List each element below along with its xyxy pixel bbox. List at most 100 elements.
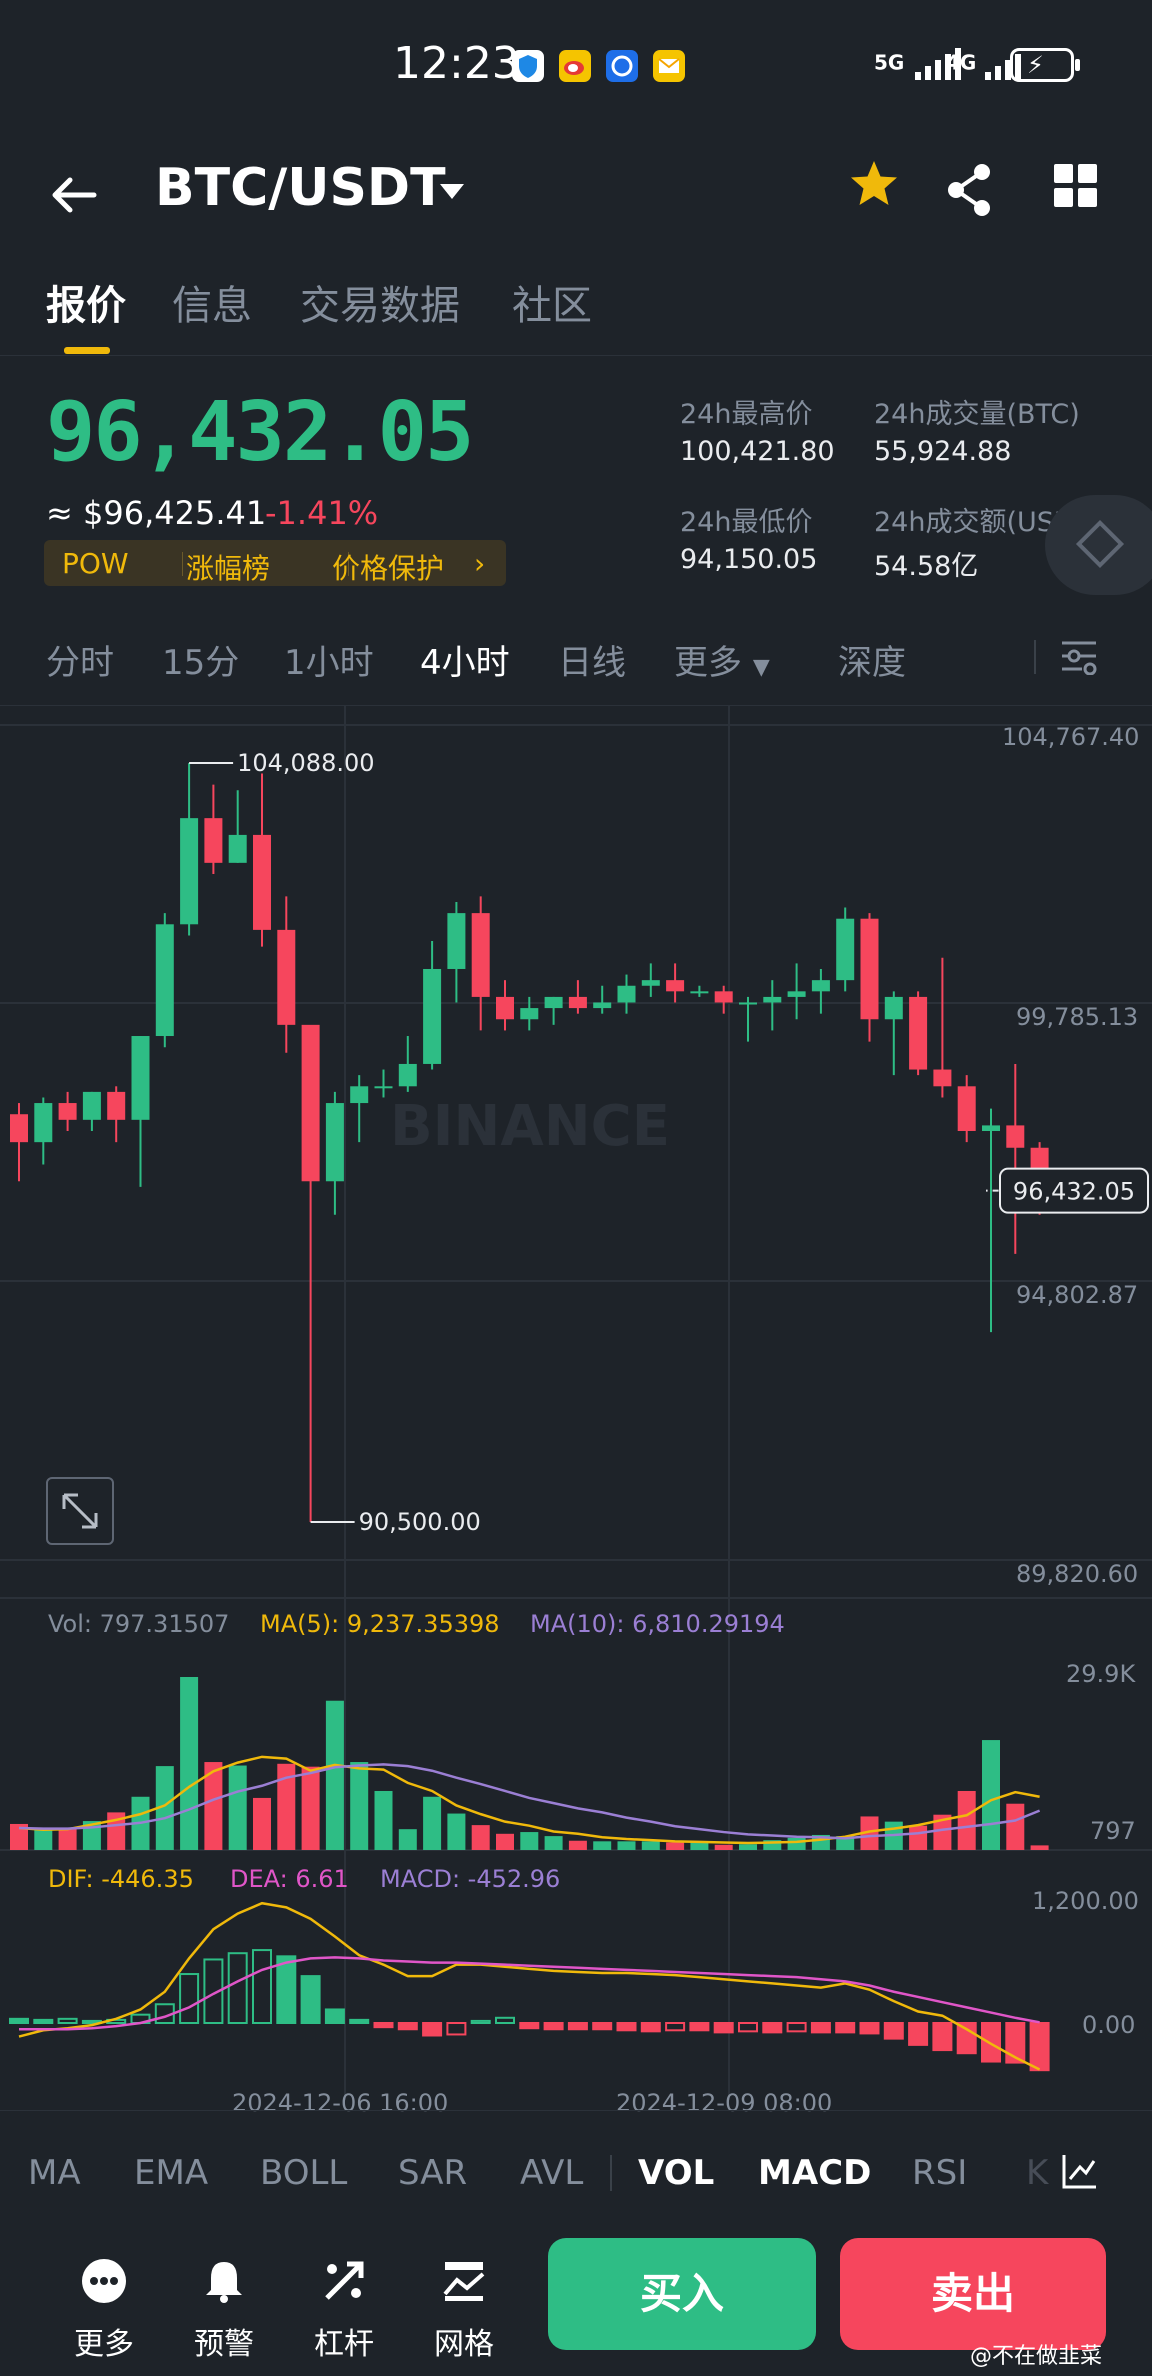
indicator-avl[interactable]: AVL [520,2153,583,2193]
tab-info[interactable]: 信息 [172,273,252,331]
expand-icon[interactable] [46,1477,114,1545]
back-arrow-icon[interactable] [48,170,98,229]
stat-high-label: 24h最高价 [680,399,813,430]
volume-bar [350,1762,369,1850]
tag-pow[interactable]: POW [62,547,129,580]
macd-hist-bar [810,2022,831,2034]
vol-axis-label: 797 [1090,1817,1136,1845]
tag-bar[interactable]: POW 涨幅榜 价格保护 › [44,540,506,586]
candle-body [860,918,879,1020]
interval-time-share[interactable]: 分时 [46,635,114,684]
indicator-vol[interactable]: VOL [638,2153,714,2193]
macd-hist-bar [1029,2022,1050,2072]
indicator-sar[interactable]: SAR [398,2153,467,2193]
tag-gainers[interactable]: 涨幅榜 [186,547,270,587]
vol-axis-label: 29.9K [1066,1660,1136,1688]
candle-body [520,1008,539,1020]
indicator-boll[interactable]: BOLL [260,2153,347,2193]
candle-body [107,1091,126,1120]
macd-hist-bar [640,2022,661,2033]
volume-bar [568,1840,587,1850]
interval-1d[interactable]: 日线 [558,635,626,684]
macd-hist-bar [543,2022,564,2031]
grid-icon [424,2258,504,2313]
indicator-settings-icon[interactable] [1060,2151,1100,2200]
interval-15m[interactable]: 15分 [162,635,239,684]
stat-low-label: 24h最低价 [680,507,813,538]
more-button[interactable]: 更多 [64,2258,144,2363]
volume-bar [1006,1803,1025,1850]
leverage-button[interactable]: 杠杆 [304,2258,384,2363]
pair-dropdown-icon[interactable] [438,176,466,209]
candle-body [836,918,855,981]
price-axis-label: 104,767.40 [1002,723,1140,751]
candle-body [277,929,296,1025]
macd-dif-line [18,1901,1041,2071]
candle-body [155,924,174,1037]
volume-bar [617,1841,636,1850]
tab-trade-data[interactable]: 交易数据 [300,273,460,331]
main-tabs: 报价 信息 交易数据 社区 [0,265,1152,356]
high-marker-label: 104,088.00 [237,749,374,777]
floating-binance-button[interactable] [1045,495,1152,595]
macd-hist-bar [592,2022,613,2031]
vol-ma10-legend: MA(10): 6,810.29194 [530,1610,785,1638]
caret-down-icon: ▼ [752,655,770,680]
volume-bar [301,1766,320,1850]
usd-price: ≈ $96,425.41 [46,494,267,532]
binance-watermark: BINANCE [390,1094,670,1159]
volume-bar [228,1765,247,1850]
interval-more[interactable]: 更多 ▼ [674,635,770,684]
status-time: 12:23 [393,38,520,89]
sell-button[interactable]: 卖出 [840,2238,1106,2350]
stat-volume-label: 24h成交量(BTC) [874,399,1080,430]
volume-bar [666,1842,685,1850]
grid-button[interactable]: 网格 [424,2258,504,2363]
shield-app-icon [512,50,544,82]
candle-body [690,991,709,994]
interval-more-label: 更多 [674,643,742,683]
divider [610,2155,612,2191]
candle-body [909,996,928,1070]
candle-body [228,834,247,863]
chart-settings-icon[interactable] [1060,637,1098,684]
interval-depth[interactable]: 深度 [838,635,906,684]
macd-hist-bar [883,2022,904,2040]
favorite-star-icon[interactable] [848,158,900,223]
indicator-ema[interactable]: EMA [134,2153,208,2193]
macd-hist-bar [227,1952,248,2025]
candle-body [204,818,223,863]
tag-price-protection[interactable]: 价格保护 [332,547,444,587]
divider [1034,640,1036,674]
candle-body [763,996,782,1003]
current-price-label: 96,432.05 [1013,1178,1135,1206]
alert-button[interactable]: 预警 [184,2258,264,2363]
volume-bars [10,1677,1049,1850]
kline-chart[interactable]: BINANCE 104,088.00 90,500.00 96,432.05 104… [0,705,1152,2117]
indicator-k[interactable]: K [1026,2153,1048,2193]
indicator-macd[interactable]: MACD [758,2153,871,2193]
indicator-ma[interactable]: MA [28,2153,81,2193]
macd-hist-bar [956,2022,977,2055]
stat-high-value: 100,421.80 [680,436,835,467]
buy-button[interactable]: 买入 [548,2238,816,2350]
macd-hist-bar [33,2018,54,2024]
indicator-rsi[interactable]: RSI [912,2153,967,2193]
layout-grid-icon[interactable] [1054,164,1098,208]
macd-axis-label: 0.00 [1082,2011,1136,2039]
tab-community[interactable]: 社区 [512,273,592,331]
candle-body [1006,1125,1025,1148]
interval-1h[interactable]: 1小时 [284,635,374,684]
macd-pane [9,1901,1050,2072]
macd-hist-bar [786,2022,807,2033]
pair-title[interactable]: BTC/USDT [155,158,446,218]
share-icon[interactable] [940,160,1000,220]
volume-bar [180,1677,199,1850]
header: BTC/USDT [0,140,1152,250]
candle-body [666,980,685,992]
tab-quote[interactable]: 报价 [46,273,126,331]
interval-4h[interactable]: 4小时 [420,635,510,684]
candle-body [301,1024,320,1182]
macd-axis-label: 1,200.00 [1032,1887,1139,1915]
mail-app-icon [653,50,685,82]
